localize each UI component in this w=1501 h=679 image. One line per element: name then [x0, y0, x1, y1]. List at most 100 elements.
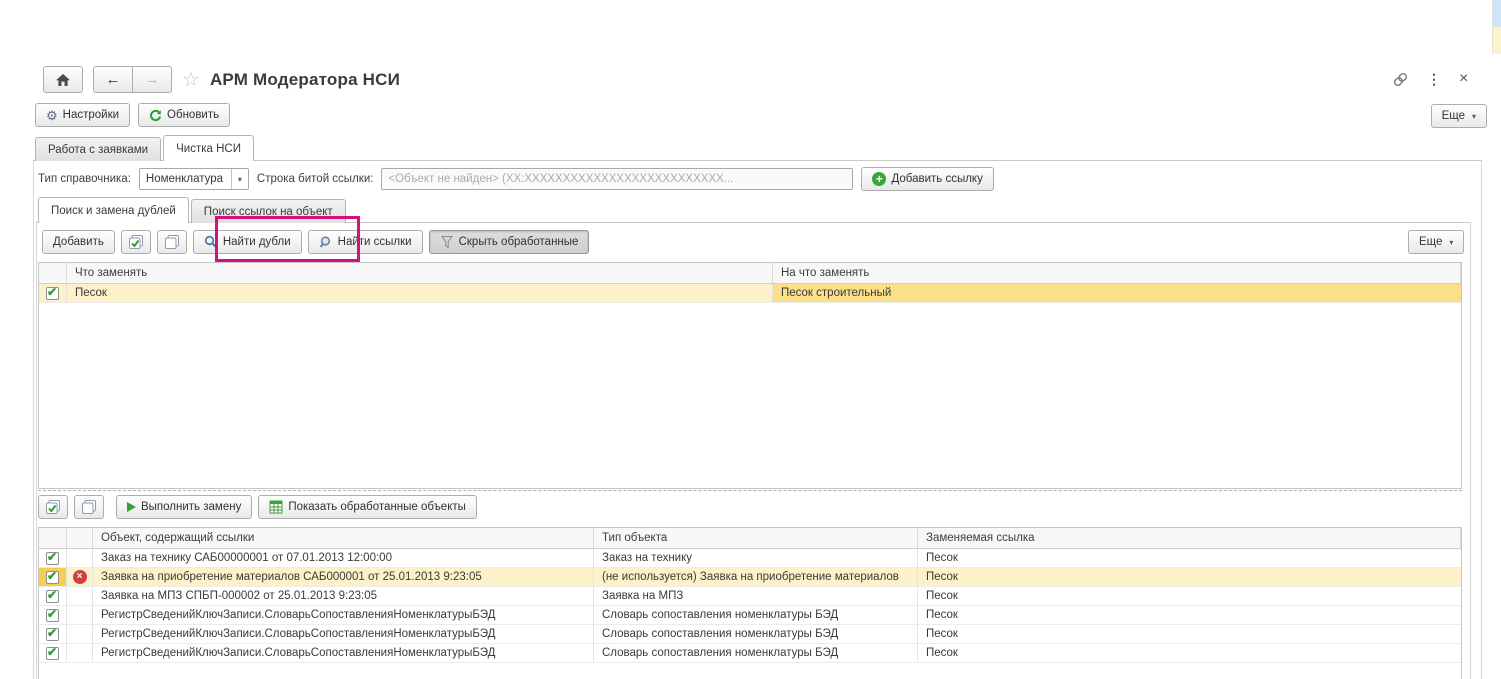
tab-nsi-cleanup[interactable]: Чистка НСИ [163, 135, 254, 161]
get-link-icon[interactable] [1392, 71, 1409, 88]
checkbox-checked[interactable]: ✔ [46, 287, 59, 300]
check-icon: ✔ [47, 588, 57, 602]
broken-link-input[interactable] [381, 168, 853, 190]
favorite-star-icon[interactable]: ☆ [182, 70, 200, 90]
row-checkbox-cell-selected[interactable]: ✔ [39, 568, 67, 586]
table-row-selected[interactable]: ✔ × Заявка на приобретение материалов СА… [39, 568, 1461, 587]
checkbox-checked[interactable]: ✔ [46, 609, 59, 622]
header-checkbox-cell [39, 528, 67, 548]
tab-label: Поиск ссылок на объект [204, 206, 333, 218]
refresh-button[interactable]: Обновить [138, 103, 230, 127]
cell-link[interactable]: Песок [918, 625, 1461, 643]
menu-kebab-icon[interactable]: ⋮ [1427, 71, 1441, 88]
column-replaced-link[interactable]: Заменяемая ссылка [918, 528, 1461, 548]
chevron-down-icon: ▾ [1472, 112, 1476, 121]
cell-type[interactable]: Заявка на МПЗ [594, 587, 918, 605]
cell-object[interactable]: РегистрСведенийКлючЗаписи.СловарьСопоста… [93, 625, 594, 643]
refresh-label: Обновить [167, 109, 219, 121]
tab-work-with-requests[interactable]: Работа с заявками [35, 137, 161, 161]
table-row[interactable]: ✔ Заказ на технику САБ00000001 от 07.01.… [39, 549, 1461, 568]
settings-button[interactable]: ⚙ Настройки [35, 103, 130, 127]
cell-with-selected[interactable]: Песок строительный [773, 284, 1461, 302]
check-icon: ✔ [47, 550, 57, 564]
table-row[interactable]: ✔ Заявка на МПЗ СПБП-000002 от 25.01.201… [39, 587, 1461, 606]
find-links-button[interactable]: Найти ссылки [308, 230, 423, 254]
cell-link[interactable]: Песок [918, 644, 1461, 662]
window-more-button[interactable]: Еще ▾ [1431, 104, 1487, 128]
cell-object[interactable]: РегистрСведенийКлючЗаписи.СловарьСопоста… [93, 644, 594, 662]
cell-type[interactable]: (не используется) Заявка на приобретение… [594, 568, 918, 586]
table-row[interactable]: ✔ РегистрСведенийКлючЗаписи.СловарьСопос… [39, 644, 1461, 663]
check-all-button[interactable] [38, 495, 68, 519]
cell-type[interactable]: Словарь сопоставления номенклатуры БЭД [594, 625, 918, 643]
duplicates-toolbar: Добавить Найти дубли [42, 230, 589, 254]
uncheck-all-button[interactable] [74, 495, 104, 519]
checkbox-checked[interactable]: ✔ [46, 590, 59, 603]
main-tabstrip: Работа с заявками Чистка НСИ [35, 135, 254, 161]
cell-link[interactable]: Песок [918, 568, 1461, 586]
duplicates-more-button[interactable]: Еще ▾ [1408, 230, 1464, 254]
tab-label: Чистка НСИ [176, 143, 241, 155]
table-header-row: Объект, содержащий ссылки Тип объекта За… [39, 528, 1461, 549]
check-all-button[interactable] [121, 230, 151, 254]
table-icon [269, 500, 283, 514]
cell-object[interactable]: РегистрСведенийКлючЗаписи.СловарьСопоста… [93, 606, 594, 624]
row-status-cell [67, 587, 93, 605]
row-checkbox-cell[interactable]: ✔ [39, 625, 67, 643]
cell-link[interactable]: Песок [918, 549, 1461, 567]
tab-search-object-links[interactable]: Поиск ссылок на объект [191, 199, 346, 223]
add-link-button[interactable]: + Добавить ссылку [861, 167, 993, 191]
row-status-cell [67, 644, 93, 662]
column-object-type[interactable]: Тип объекта [594, 528, 918, 548]
header-checkbox-cell [39, 263, 67, 283]
chevron-down-icon: ▾ [1449, 238, 1453, 247]
row-checkbox-cell[interactable]: ✔ [39, 644, 67, 662]
background-window-sliver-blue [1492, 0, 1501, 27]
cell-link[interactable]: Песок [918, 587, 1461, 605]
more-label: Еще [1442, 110, 1465, 122]
home-button[interactable] [43, 66, 83, 93]
search-icon [204, 235, 218, 249]
checkbox-checked[interactable]: ✔ [46, 647, 59, 660]
check-icon: ✔ [47, 285, 57, 299]
ref-type-combobox[interactable]: Номенклатура ▾ [139, 168, 249, 190]
cell-type[interactable]: Заказ на технику [594, 549, 918, 567]
execute-replace-button[interactable]: Выполнить замену [116, 495, 252, 519]
tab-search-replace-duplicates[interactable]: Поиск и замена дублей [38, 197, 189, 223]
splitter-handle[interactable] [38, 490, 1462, 491]
back-button[interactable]: ← [93, 66, 133, 93]
table-row[interactable]: ✔ РегистрСведенийКлючЗаписи.СловарьСопос… [39, 606, 1461, 625]
cell-link[interactable]: Песок [918, 606, 1461, 624]
table-row[interactable]: ✔ Песок Песок строительный [39, 284, 1461, 303]
cell-object[interactable]: Заявка на приобретение материалов САБ000… [93, 568, 594, 586]
cell-object[interactable]: Заявка на МПЗ СПБП-000002 от 25.01.2013 … [93, 587, 594, 605]
forward-button[interactable]: → [132, 66, 172, 93]
row-checkbox-cell[interactable]: ✔ [39, 587, 67, 605]
checkbox-checked[interactable]: ✔ [46, 628, 59, 641]
add-button[interactable]: Добавить [42, 230, 115, 254]
show-processed-button[interactable]: Показать обработанные объекты [258, 495, 477, 519]
row-checkbox-cell[interactable]: ✔ [39, 606, 67, 624]
cell-type[interactable]: Словарь сопоставления номенклатуры БЭД [594, 606, 918, 624]
hide-processed-button[interactable]: Скрыть обработанные [429, 230, 590, 254]
row-checkbox-cell[interactable]: ✔ [39, 284, 67, 302]
check-icon: ✔ [47, 569, 57, 583]
cell-what[interactable]: Песок [67, 284, 773, 302]
column-replace-with[interactable]: На что заменять [773, 263, 1461, 283]
column-what-to-replace[interactable]: Что заменять [67, 263, 773, 283]
checkbox-checked[interactable]: ✔ [46, 571, 59, 584]
find-duplicates-button[interactable]: Найти дубли [193, 230, 302, 254]
cell-type[interactable]: Словарь сопоставления номенклатуры БЭД [594, 644, 918, 662]
add-label: Добавить [53, 236, 104, 248]
combo-dropdown-button[interactable]: ▾ [231, 169, 248, 189]
close-icon[interactable]: × [1459, 70, 1468, 88]
cell-object[interactable]: Заказ на технику САБ00000001 от 07.01.20… [93, 549, 594, 567]
play-icon [127, 502, 136, 512]
row-checkbox-cell[interactable]: ✔ [39, 549, 67, 567]
table-row[interactable]: ✔ РегистрСведенийКлючЗаписи.СловарьСопос… [39, 625, 1461, 644]
column-object[interactable]: Объект, содержащий ссылки [93, 528, 594, 548]
replace-toolbar: Выполнить замену Показать обработанные о… [38, 495, 477, 519]
checkbox-checked[interactable]: ✔ [46, 552, 59, 565]
filter-row: Тип справочника: Номенклатура ▾ Строка б… [38, 167, 994, 191]
uncheck-all-button[interactable] [157, 230, 187, 254]
